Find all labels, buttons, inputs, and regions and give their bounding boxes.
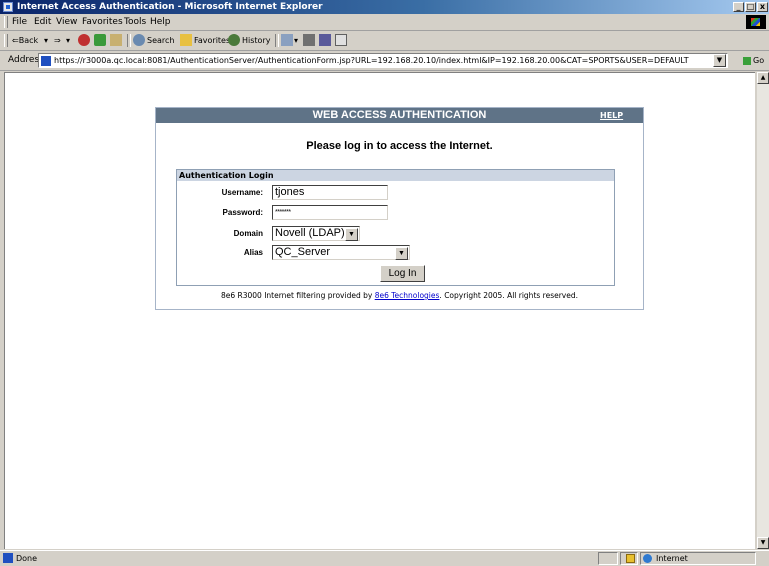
password-label: Password: [222, 208, 263, 217]
search-button[interactable]: Search [147, 34, 174, 47]
alias-value: QC_Server [275, 246, 331, 258]
go-button[interactable]: Go [743, 55, 764, 66]
username-field[interactable]: tjones [272, 185, 388, 200]
auth-header: WEB ACCESS AUTHENTICATION HELP [156, 108, 643, 123]
auth-panel: WEB ACCESS AUTHENTICATION HELP Please lo… [155, 107, 644, 310]
vendor-link[interactable]: 8e6 Technologies [375, 291, 440, 300]
secure-lock-icon[interactable] [626, 554, 635, 563]
status-text: Done [16, 554, 38, 563]
page-done-icon [3, 553, 13, 563]
favorites-icon[interactable] [180, 34, 192, 46]
copyright-prefix: 8e6 R3000 Internet filtering provided by [220, 291, 375, 300]
scroll-down-button[interactable]: ▼ [757, 537, 769, 549]
mail-icon[interactable] [281, 34, 293, 46]
status-pane [598, 552, 618, 565]
address-dropdown-button[interactable]: ▼ [713, 54, 726, 67]
windows-logo-icon [746, 15, 766, 29]
address-url[interactable]: https://r3000a.qc.local:8081/Authenticat… [54, 55, 714, 66]
domain-dropdown-button[interactable]: ▼ [345, 228, 358, 241]
forward-dropdown[interactable]: ▾ [66, 34, 70, 47]
restore-button[interactable]: □ [745, 2, 756, 12]
minimize-button[interactable]: _ [733, 2, 744, 12]
auth-header-title: WEB ACCESS AUTHENTICATION [312, 109, 487, 121]
copyright-text: 8e6 R3000 Internet filtering provided by… [156, 291, 643, 301]
menu-favorites[interactable]: Favorites [82, 16, 123, 28]
go-label: Go [753, 56, 765, 65]
ie-app-icon[interactable] [3, 2, 13, 12]
print-icon[interactable] [303, 34, 315, 46]
password-field[interactable]: ******* [272, 205, 388, 220]
menu-tools[interactable]: Tools [124, 16, 146, 28]
mail-dropdown[interactable]: ▾ [294, 34, 298, 47]
home-icon[interactable] [110, 34, 122, 46]
alias-dropdown-button[interactable]: ▼ [395, 247, 408, 260]
discuss-icon[interactable] [335, 34, 347, 46]
vertical-scrollbar[interactable]: ▲ ▼ [757, 72, 769, 549]
edit-icon[interactable] [319, 34, 331, 46]
go-arrow-icon [743, 56, 751, 65]
menu-grip[interactable] [4, 16, 8, 28]
address-bar: Address https://r3000a.qc.local:8081/Aut… [0, 51, 769, 71]
login-form: Authentication Login Username: tjones Pa… [176, 169, 615, 286]
domain-label: Domain [233, 229, 263, 238]
domain-value: Novell (LDAP) [275, 227, 345, 239]
stop-icon[interactable] [78, 34, 90, 46]
domain-select[interactable]: Novell (LDAP) ▼ [272, 226, 360, 241]
help-link[interactable]: HELP [600, 108, 623, 123]
refresh-icon[interactable] [94, 34, 106, 46]
search-icon[interactable] [133, 34, 145, 46]
history-button[interactable]: History [242, 34, 270, 47]
alias-select[interactable]: QC_Server ▼ [272, 245, 410, 260]
menu-edit[interactable]: Edit [34, 16, 51, 28]
back-button[interactable]: ⇐Back [12, 34, 38, 47]
history-icon[interactable] [228, 34, 240, 46]
menu-file[interactable]: File [12, 16, 27, 28]
login-section-title: Authentication Login [177, 170, 614, 181]
page-viewport: WEB ACCESS AUTHENTICATION HELP Please lo… [4, 72, 755, 549]
back-dropdown[interactable]: ▾ [44, 34, 48, 47]
page-icon [41, 56, 51, 66]
status-bar: Done Internet [0, 550, 769, 566]
favorites-button[interactable]: Favorites [194, 34, 230, 47]
menu-view[interactable]: View [56, 16, 77, 28]
username-label: Username: [221, 188, 263, 197]
login-button[interactable]: Log In [380, 265, 425, 282]
toolbar-separator [275, 34, 279, 47]
login-prompt: Please log in to access the Internet. [306, 140, 493, 152]
forward-button[interactable]: ⇒ [54, 34, 61, 47]
copyright-suffix: . Copyright 2005. All rights reserved. [439, 291, 579, 300]
close-button[interactable]: x [757, 2, 768, 12]
toolbar-separator [127, 34, 131, 47]
scroll-up-button[interactable]: ▲ [757, 72, 769, 84]
address-input[interactable]: https://r3000a.qc.local:8081/Authenticat… [38, 53, 728, 68]
standard-toolbar: ⇐Back ▾ ⇒ ▾ Search Favorites History ▾ [0, 31, 769, 51]
internet-zone-icon [643, 554, 652, 563]
window-title-bar[interactable]: Internet Access Authentication - Microso… [0, 0, 769, 14]
security-zone-text: Internet [656, 554, 688, 563]
window-title: Internet Access Authentication - Microso… [17, 2, 323, 12]
menu-bar: File Edit View Favorites Tools Help [0, 14, 769, 31]
alias-label: Alias [243, 248, 263, 257]
menu-help[interactable]: Help [150, 16, 171, 28]
toolbar-grip[interactable] [4, 34, 8, 47]
